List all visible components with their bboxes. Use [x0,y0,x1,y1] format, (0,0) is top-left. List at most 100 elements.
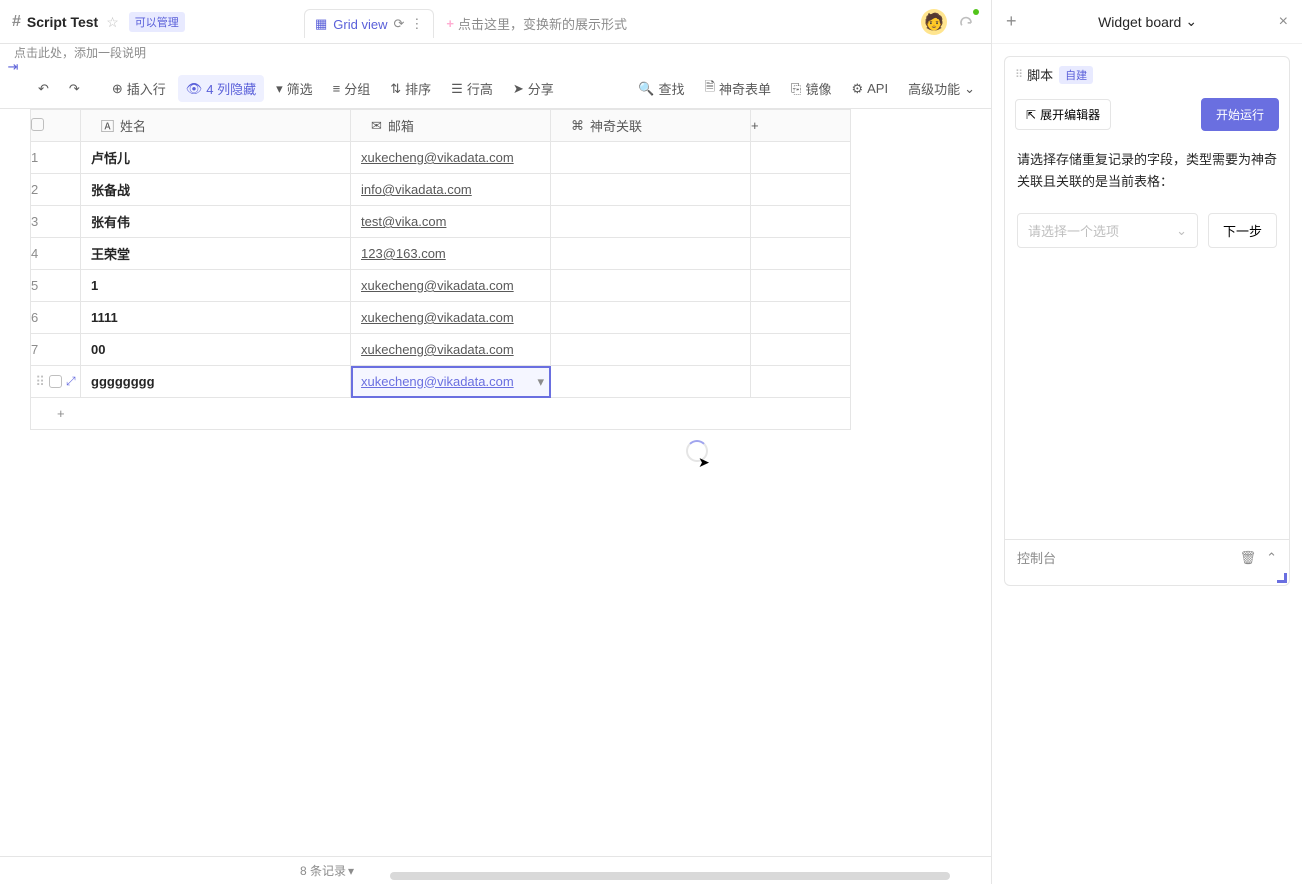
resize-handle[interactable] [1277,573,1287,583]
close-panel-button[interactable]: × [1279,13,1288,31]
sort-icon: ⇅ [390,81,401,97]
hidden-columns-button[interactable]: 👁4 列隐藏 [178,75,264,102]
row-number[interactable]: 7 [31,334,81,366]
share-button[interactable]: ➤分享 [505,75,562,102]
header-check[interactable] [31,110,81,142]
add-row-button[interactable]: + [31,398,851,430]
cell-email[interactable]: xukecheng@vikadata.com [351,142,551,174]
row-number[interactable]: 5 [31,270,81,302]
add-column-button[interactable]: + [751,110,851,142]
cell-name[interactable]: 1111 [81,302,351,334]
cell-email[interactable]: xukecheng@vikadata.com [351,270,551,302]
dropdown-icon[interactable]: ▾ [537,374,544,390]
widget-panel-title[interactable]: Widget board ⌄ [1025,13,1271,30]
refresh-icon[interactable]: ⟳ [393,16,404,32]
widget-prompt: 请选择存储重复记录的字段，类型需要为神奇关联且关联的是当前表格： [1005,143,1289,199]
start-run-button[interactable]: 开始运行 [1201,98,1279,131]
plus-circle-icon: ⊕ [112,81,123,97]
cell-name[interactable]: 张有伟 [81,206,351,238]
cell-name[interactable]: 王荣堂 [81,238,351,270]
rowheight-button[interactable]: ☰行高 [443,75,501,102]
undo-button[interactable]: ↶ [30,77,57,101]
script-widget: ⠿ 脚本 自建 ⇱ 展开编辑器 开始运行 请选择存储重复记录的字段，类型需要为神… [1004,56,1290,586]
row-number[interactable]: 6 [31,302,81,334]
cell-magiclink[interactable] [551,270,751,302]
insert-row-button[interactable]: ⊕插入行 [104,75,174,102]
table-row[interactable]: 4王荣堂123@163.com [31,238,851,270]
group-button[interactable]: ≡分组 [325,75,379,102]
cell-magiclink[interactable] [551,142,751,174]
hash-icon: # [12,13,21,31]
grid-icon: ▦ [315,16,327,32]
api-button[interactable]: ⚙API [843,77,896,101]
row-number[interactable]: 1 [31,142,81,174]
cell-name[interactable]: gggggggg [81,366,351,398]
cell-email[interactable]: info@vikadata.com [351,174,551,206]
more-icon[interactable]: ⋮ [410,16,423,32]
trash-icon[interactable]: 🗑 [1240,550,1257,566]
cell-magiclink[interactable] [551,238,751,270]
table-row[interactable]: 3张有伟test@vika.com [31,206,851,238]
field-select[interactable]: 请选择一个选项 ⌄ [1017,213,1198,248]
widget-name: 脚本 [1027,65,1053,84]
avatar[interactable]: 🧑 [921,9,947,35]
next-button[interactable]: 下一步 [1208,213,1277,248]
magic-form-button[interactable]: 🗎神奇表单 [697,74,779,104]
row-number[interactable]: 4 [31,238,81,270]
cell-magiclink[interactable] [551,366,751,398]
star-icon[interactable]: ☆ [106,14,119,31]
header-name[interactable]: 🄰姓名 [81,110,351,142]
chevron-up-icon[interactable]: ⌃ [1266,550,1277,566]
cell-magiclink[interactable] [551,334,751,366]
console-label: 控制台 [1017,548,1056,567]
drag-handle-icon[interactable]: ⠿ [1015,68,1021,81]
table-row[interactable]: 51xukecheng@vikadata.com [31,270,851,302]
table-row[interactable]: 1卢恬儿xukecheng@vikadata.com [31,142,851,174]
horizontal-scrollbar[interactable] [390,872,950,880]
view-tab-grid[interactable]: ▦ Grid view ⟳ ⋮ [304,9,434,38]
add-widget-button[interactable]: + [1006,11,1017,32]
rowheight-icon: ☰ [451,81,463,97]
expand-editor-button[interactable]: ⇱ 展开编辑器 [1015,99,1111,130]
table-row[interactable]: 2张备战info@vikadata.com [31,174,851,206]
sort-button[interactable]: ⇅排序 [382,75,439,102]
row-number[interactable]: 2 [31,174,81,206]
cell-email[interactable]: xukecheng@vikadata.com ▾ [351,366,551,398]
find-button[interactable]: 🔍查找 [630,75,692,102]
header-email[interactable]: ✉邮箱 [351,110,551,142]
chevron-down-icon[interactable]: ▾ [348,864,354,878]
table-row[interactable]: ⠿⤢ggggggggxukecheng@vikadata.com ▾ [31,366,851,398]
table-row[interactable]: 700xukecheng@vikadata.com [31,334,851,366]
cell-empty [751,302,851,334]
undo-icon: ↶ [38,81,49,97]
cell-magiclink[interactable] [551,174,751,206]
cell-name[interactable]: 张备战 [81,174,351,206]
drag-handle-icon[interactable]: ⠿ [35,374,45,390]
cell-email[interactable]: xukecheng@vikadata.com [351,334,551,366]
cell-email[interactable]: 123@163.com [351,238,551,270]
link-icon: ⌘ [571,118,584,134]
table-row[interactable]: 61111xukecheng@vikadata.com [31,302,851,334]
cell-magiclink[interactable] [551,302,751,334]
add-view-hint[interactable]: + 点击这里，变换新的展示形式 [446,14,627,33]
row-number[interactable]: ⠿⤢ [31,366,81,398]
row-number[interactable]: 3 [31,206,81,238]
cell-email[interactable]: xukecheng@vikadata.com [351,302,551,334]
cell-email[interactable]: test@vika.com [351,206,551,238]
advanced-button[interactable]: 高级功能⌄ [900,75,983,102]
cell-magiclink[interactable] [551,206,751,238]
redo-button[interactable]: ↷ [61,77,88,101]
search-icon: 🔍 [638,81,654,97]
doc-subtitle[interactable]: 点击此处，添加一段说明 [0,44,991,69]
expand-row-icon[interactable]: ⤢ [66,374,76,389]
expand-sidebar-icon[interactable]: ⇥ [4,58,22,76]
sync-icon[interactable] [953,9,979,35]
doc-title[interactable]: Script Test [27,14,98,30]
header-magiclink[interactable]: ⌘神奇关联 [551,110,751,142]
cell-name[interactable]: 1 [81,270,351,302]
cell-name[interactable]: 00 [81,334,351,366]
row-checkbox[interactable] [49,375,62,388]
filter-button[interactable]: ▾筛选 [268,75,321,102]
cell-name[interactable]: 卢恬儿 [81,142,351,174]
mirror-button[interactable]: ⎘镜像 [783,75,839,102]
